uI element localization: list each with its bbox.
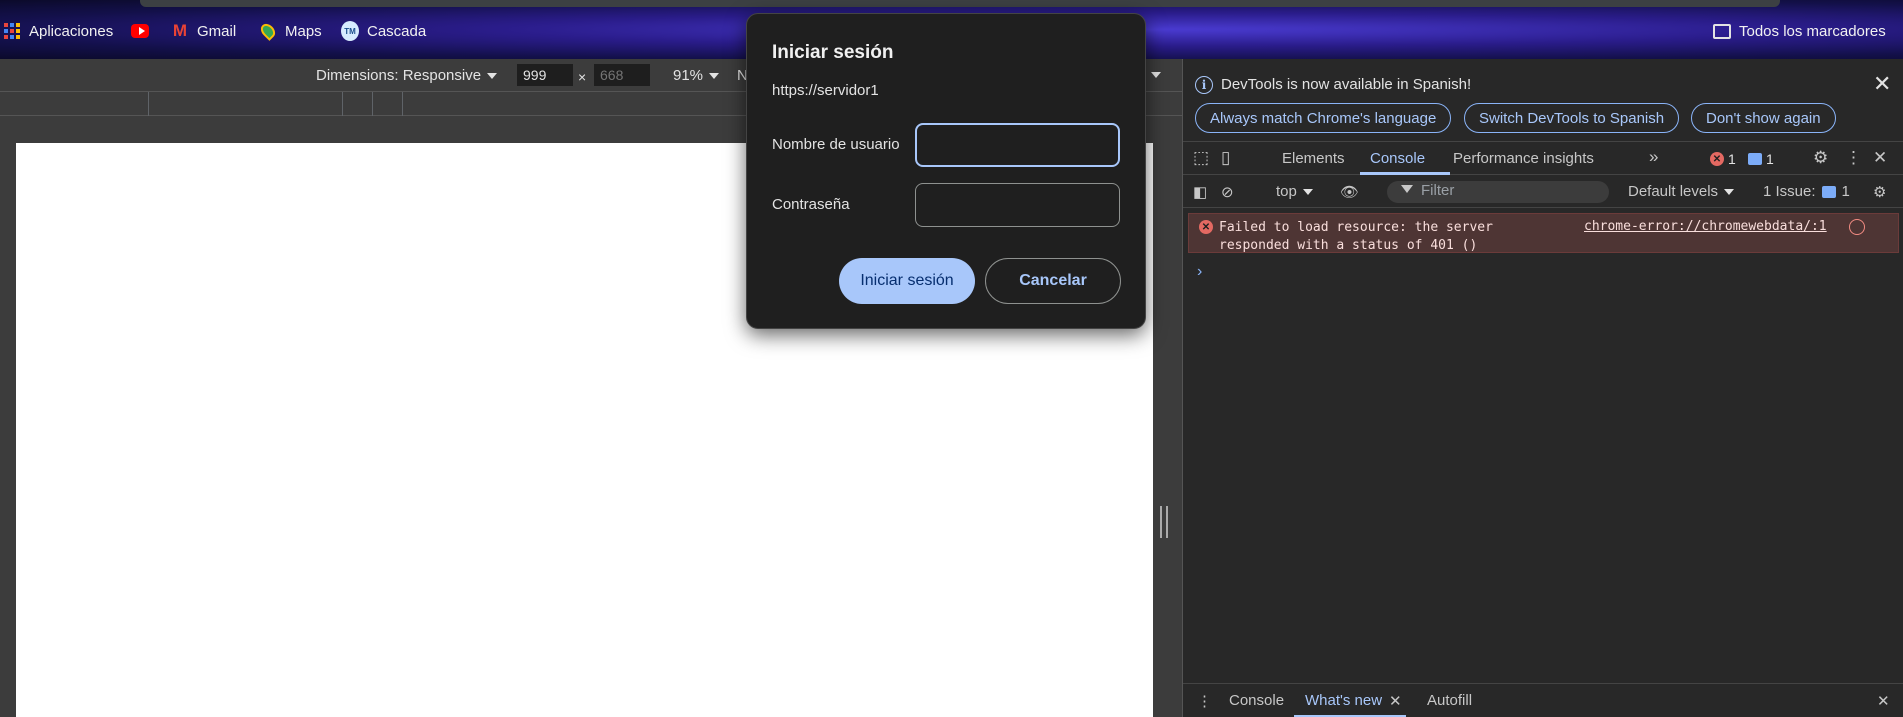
devtools-panel: i DevTools is now available in Spanish! … bbox=[1182, 59, 1903, 717]
dialog-origin: https://servidor1 bbox=[772, 82, 879, 99]
console-filter-input[interactable]: Filter bbox=[1387, 181, 1609, 203]
console-error-row: ✕ Failed to load resource: the server re… bbox=[1188, 213, 1899, 253]
sign-in-button[interactable]: Iniciar sesión bbox=[839, 258, 975, 304]
youtube-icon bbox=[131, 22, 149, 40]
drawer-tab-console[interactable]: Console bbox=[1229, 692, 1284, 709]
settings-gear-icon[interactable]: ⚙ bbox=[1813, 148, 1828, 168]
chevron-down-icon bbox=[1302, 188, 1313, 195]
filter-icon bbox=[1401, 185, 1413, 193]
more-options-chevron-icon[interactable] bbox=[1151, 72, 1161, 78]
issue-icon bbox=[1821, 185, 1836, 198]
info-icon: i bbox=[1195, 76, 1213, 94]
apps-grid-icon bbox=[3, 22, 21, 40]
bookmark-gmail[interactable]: M Gmail bbox=[171, 21, 237, 40]
device-toggle-icon[interactable]: ▯ bbox=[1221, 148, 1230, 168]
viewport-resize-handle[interactable] bbox=[1160, 506, 1168, 538]
clear-console-icon[interactable]: ⊘ bbox=[1221, 183, 1234, 201]
login-dialog: Iniciar sesión https://servidor1 Nombre … bbox=[746, 13, 1146, 329]
zoom-dropdown[interactable]: 91% bbox=[673, 67, 720, 84]
log-levels-dropdown[interactable]: Default levels bbox=[1628, 183, 1735, 200]
dialog-title: Iniciar sesión bbox=[772, 42, 894, 63]
error-icon: ✕ bbox=[1199, 220, 1213, 234]
maps-pin-icon bbox=[258, 21, 278, 41]
dimensions-dropdown[interactable]: Dimensions: Responsive bbox=[316, 67, 498, 84]
bookmark-apps-label: Aplicaciones bbox=[29, 22, 114, 40]
password-input[interactable] bbox=[915, 183, 1120, 227]
infobar-close-icon[interactable]: ✕ bbox=[1873, 71, 1891, 97]
chevron-down-icon bbox=[487, 72, 498, 79]
times-sign: × bbox=[578, 69, 587, 85]
drawer-tab-whats-new[interactable]: What's new bbox=[1305, 692, 1382, 709]
height-input[interactable] bbox=[594, 64, 650, 86]
width-input[interactable] bbox=[517, 64, 573, 86]
console-prompt-chevron-icon[interactable]: › bbox=[1197, 263, 1202, 281]
message-icon bbox=[1748, 153, 1762, 165]
infobar-text: DevTools is now available in Spanish! bbox=[1221, 76, 1472, 93]
cancel-button[interactable]: Cancelar bbox=[985, 258, 1121, 304]
more-tabs-icon[interactable]: » bbox=[1649, 147, 1658, 167]
language-infobar: i DevTools is now available in Spanish! … bbox=[1183, 59, 1903, 142]
bookmark-cascada[interactable]: TM Cascada bbox=[341, 21, 427, 41]
bookmark-youtube[interactable] bbox=[131, 22, 149, 40]
close-devtools-icon[interactable]: ✕ bbox=[1873, 148, 1887, 168]
cascada-tm-icon: TM bbox=[341, 21, 359, 41]
live-expression-eye-icon[interactable]: 👁 bbox=[1340, 183, 1359, 201]
context-selector[interactable]: top bbox=[1276, 183, 1313, 200]
tab-elements[interactable]: Elements bbox=[1282, 150, 1345, 167]
all-bookmarks[interactable]: Todos los marcadores bbox=[1713, 22, 1886, 40]
close-whats-new-icon[interactable]: ✕ bbox=[1389, 692, 1402, 710]
devtools-drawer: ⋮ Console What's new ✕ Autofill ✕ bbox=[1183, 683, 1903, 717]
bookmark-gmail-label: Gmail bbox=[197, 22, 237, 40]
kebab-menu-icon[interactable]: ⋮ bbox=[1845, 148, 1862, 168]
close-drawer-icon[interactable]: ✕ bbox=[1877, 692, 1890, 710]
bookmark-cascada-label: Cascada bbox=[367, 22, 427, 40]
inspect-element-icon[interactable]: ⬚ bbox=[1193, 148, 1209, 168]
bookmark-apps[interactable]: Aplicaciones bbox=[3, 22, 113, 40]
zoom-label: 91% bbox=[673, 67, 704, 84]
error-message-text: Failed to load resource: the server resp… bbox=[1219, 220, 1493, 253]
console-settings-icon[interactable]: ⚙ bbox=[1873, 183, 1886, 201]
tab-console[interactable]: Console bbox=[1370, 150, 1425, 167]
error-source-link[interactable]: chrome-error://chromewebdata/:1 bbox=[1584, 219, 1827, 234]
bookmark-maps-label: Maps bbox=[285, 22, 322, 40]
bookmark-maps[interactable]: Maps bbox=[258, 21, 322, 41]
error-icon: ✕ bbox=[1710, 152, 1724, 166]
drawer-tab-autofill[interactable]: Autofill bbox=[1427, 692, 1472, 709]
devtools-tabs: ⬚ ▯ Elements Console Performance insight… bbox=[1183, 142, 1903, 175]
chevron-down-icon bbox=[709, 72, 720, 79]
username-label: Nombre de usuario bbox=[772, 136, 900, 153]
gmail-icon: M bbox=[172, 21, 188, 40]
error-count-badge[interactable]: ✕ 1 bbox=[1710, 151, 1736, 167]
network-request-icon[interactable] bbox=[1849, 219, 1865, 235]
dimensions-label: Dimensions: Responsive bbox=[316, 67, 482, 84]
chevron-down-icon bbox=[1724, 188, 1735, 195]
drawer-menu-icon[interactable]: ⋮ bbox=[1197, 692, 1212, 710]
all-bookmarks-label: Todos los marcadores bbox=[1739, 22, 1886, 40]
always-match-language-button[interactable]: Always match Chrome's language bbox=[1195, 103, 1452, 133]
issues-link[interactable]: 1 Issue: 1 bbox=[1763, 183, 1850, 200]
password-label: Contraseña bbox=[772, 196, 850, 213]
message-count-badge[interactable]: 1 bbox=[1748, 151, 1774, 167]
tab-performance-insights[interactable]: Performance insights bbox=[1453, 150, 1594, 167]
dont-show-again-button[interactable]: Don't show again bbox=[1691, 103, 1836, 133]
folder-icon bbox=[1713, 22, 1731, 40]
switch-to-spanish-button[interactable]: Switch DevTools to Spanish bbox=[1464, 103, 1680, 133]
console-toolbar: ◧ ⊘ top 👁 Filter Default levels 1 Issue:… bbox=[1183, 175, 1903, 208]
username-input[interactable] bbox=[915, 123, 1120, 167]
sidebar-toggle-icon[interactable]: ◧ bbox=[1193, 183, 1207, 201]
